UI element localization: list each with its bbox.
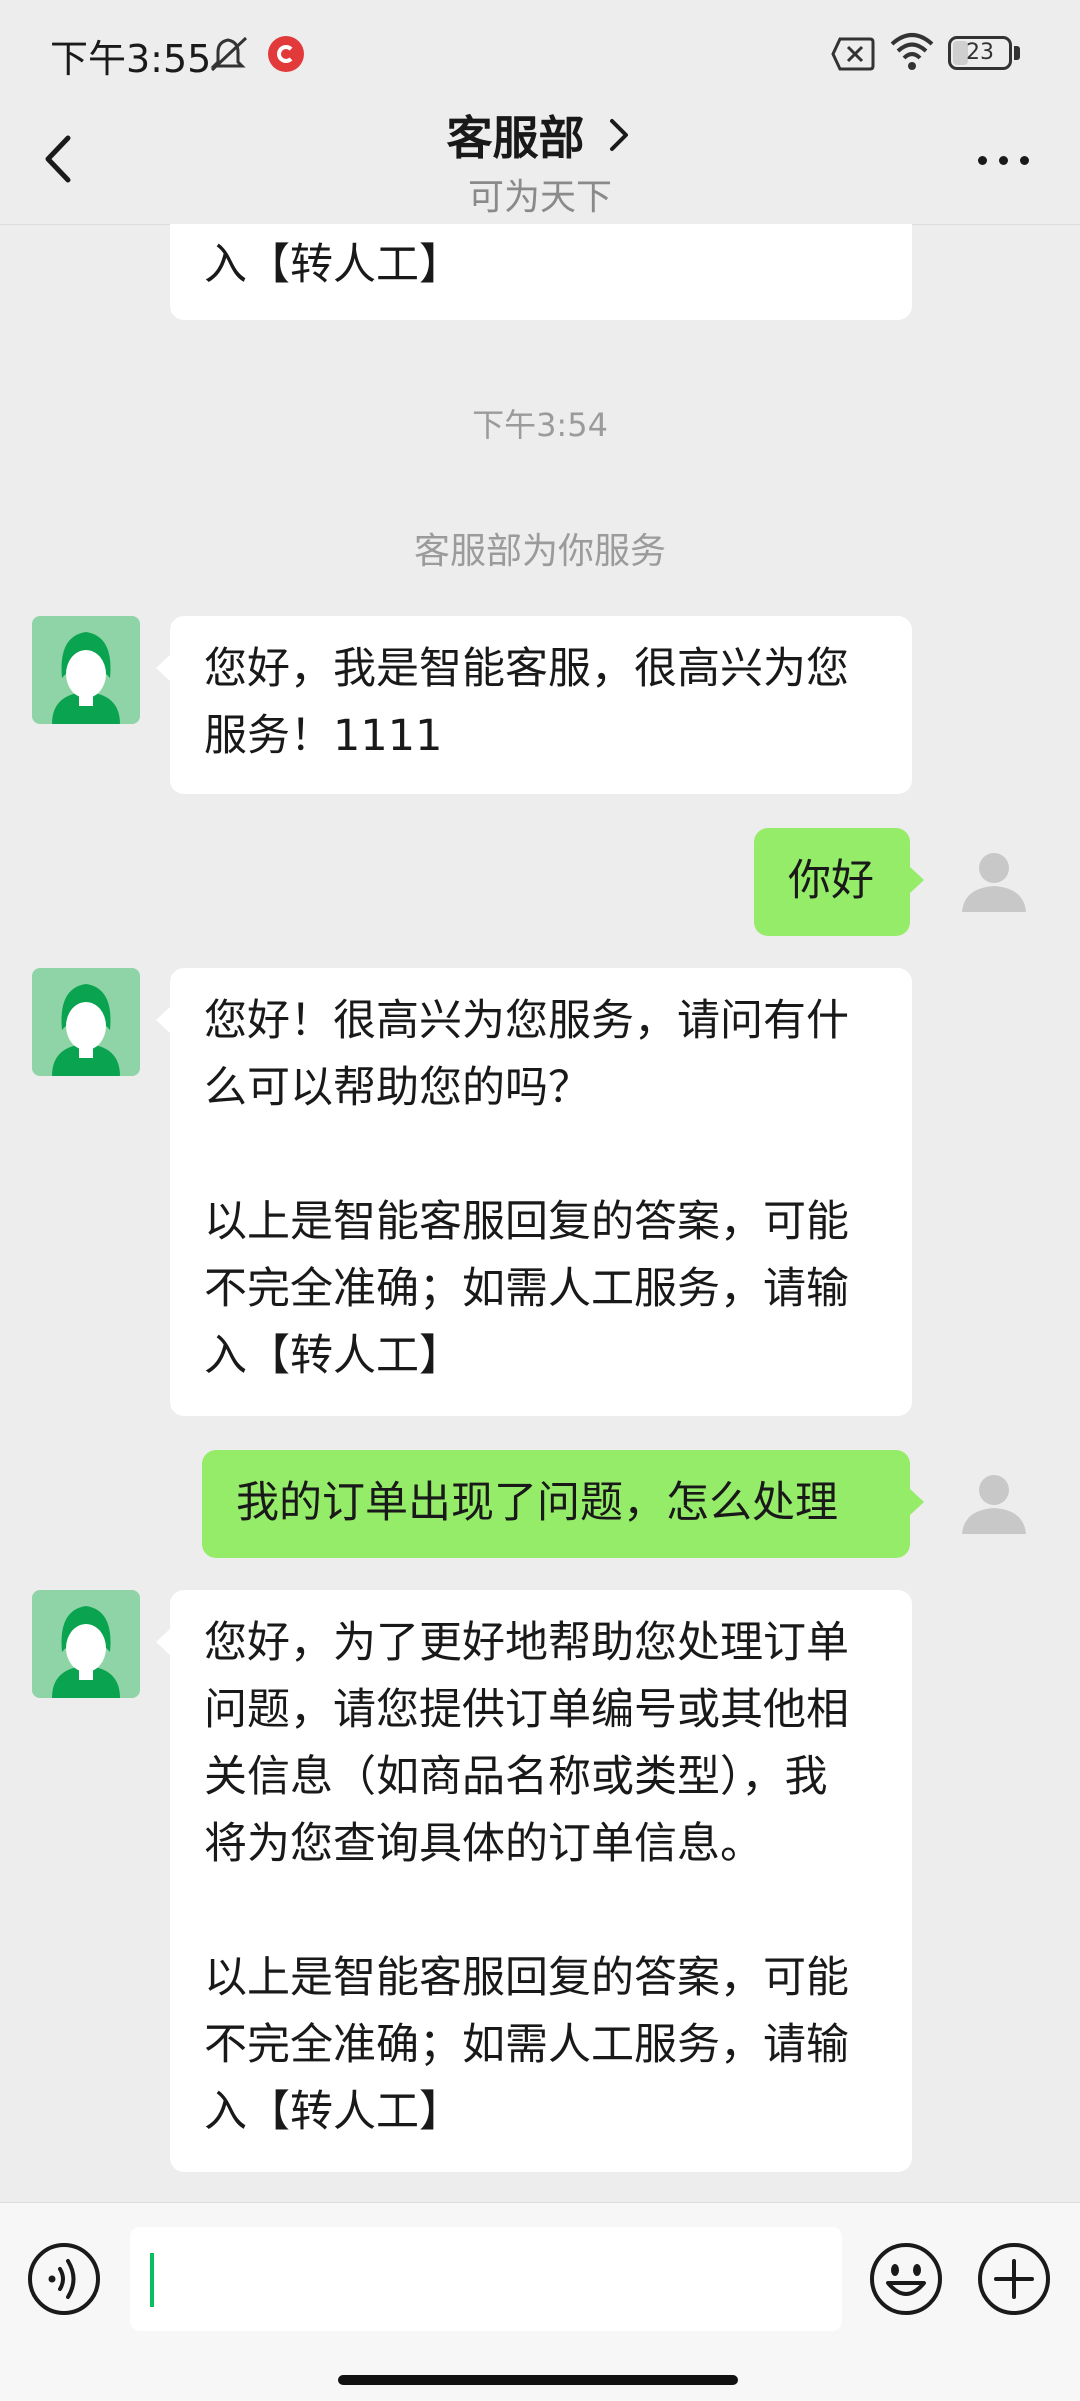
battery-cap xyxy=(1014,46,1020,60)
chat-subtitle: 可为天下 xyxy=(467,177,612,218)
app-notification-icon xyxy=(268,36,304,72)
battery-percent: 23 xyxy=(966,40,994,65)
wifi-icon xyxy=(890,33,934,70)
agent-message[interactable]: 您好，为了更好地帮助您处理订单 问题，请您提供订单编号或其他相 关信息（如商品名… xyxy=(156,1590,912,2172)
home-indicator[interactable] xyxy=(338,2375,738,2385)
message-timestamp: 下午3:54 xyxy=(472,406,608,444)
more-dot xyxy=(999,156,1008,165)
user-message[interactable]: 你好 xyxy=(754,828,924,936)
emoji-button[interactable] xyxy=(868,2241,944,2317)
battery-icon: 23 xyxy=(948,36,1012,70)
status-time: 下午3:55 xyxy=(50,37,212,81)
agent-avatar[interactable] xyxy=(32,1590,140,1698)
mute-icon xyxy=(210,36,248,72)
agent-avatar-icon xyxy=(52,1606,120,1698)
agent-avatar-icon xyxy=(52,984,120,1076)
agent-message[interactable]: 您好！很高兴为您服务，请问有什 么可以帮助您的吗？ 以上是智能客服回复的答案，可… xyxy=(156,968,912,1416)
user-avatar[interactable] xyxy=(958,1468,1030,1540)
agent-avatar[interactable] xyxy=(32,968,140,1076)
agent-avatar-icon xyxy=(52,632,120,724)
chat-title-link[interactable]: 客服部 xyxy=(0,102,1080,168)
system-note: 客服部为你服务 xyxy=(413,531,666,572)
voice-button[interactable] xyxy=(26,2241,102,2317)
chat-title: 客服部 xyxy=(446,111,585,165)
user-avatar[interactable] xyxy=(958,846,1030,918)
add-button[interactable] xyxy=(976,2241,1052,2317)
input-bar xyxy=(0,2202,1080,2401)
agent-message-partial: 入【转人工】 xyxy=(170,224,912,320)
more-dot xyxy=(1020,156,1029,165)
chevron-right-icon xyxy=(609,119,628,151)
agent-message[interactable]: 您好，我是智能客服，很高兴为您 服务！1111 xyxy=(156,616,912,794)
status-bar: 下午3:55 23 xyxy=(0,0,1080,100)
user-message[interactable]: 我的订单出现了问题，怎么处理 xyxy=(202,1450,924,1558)
battery-level xyxy=(953,41,968,65)
chat-header: 客服部 可为天下 xyxy=(0,100,1080,225)
more-options-button[interactable] xyxy=(974,140,1034,180)
text-cursor xyxy=(150,2253,154,2307)
sim-off-icon xyxy=(831,37,875,71)
agent-avatar[interactable] xyxy=(32,616,140,724)
more-dots-icon xyxy=(978,156,987,165)
message-input[interactable] xyxy=(130,2227,842,2331)
